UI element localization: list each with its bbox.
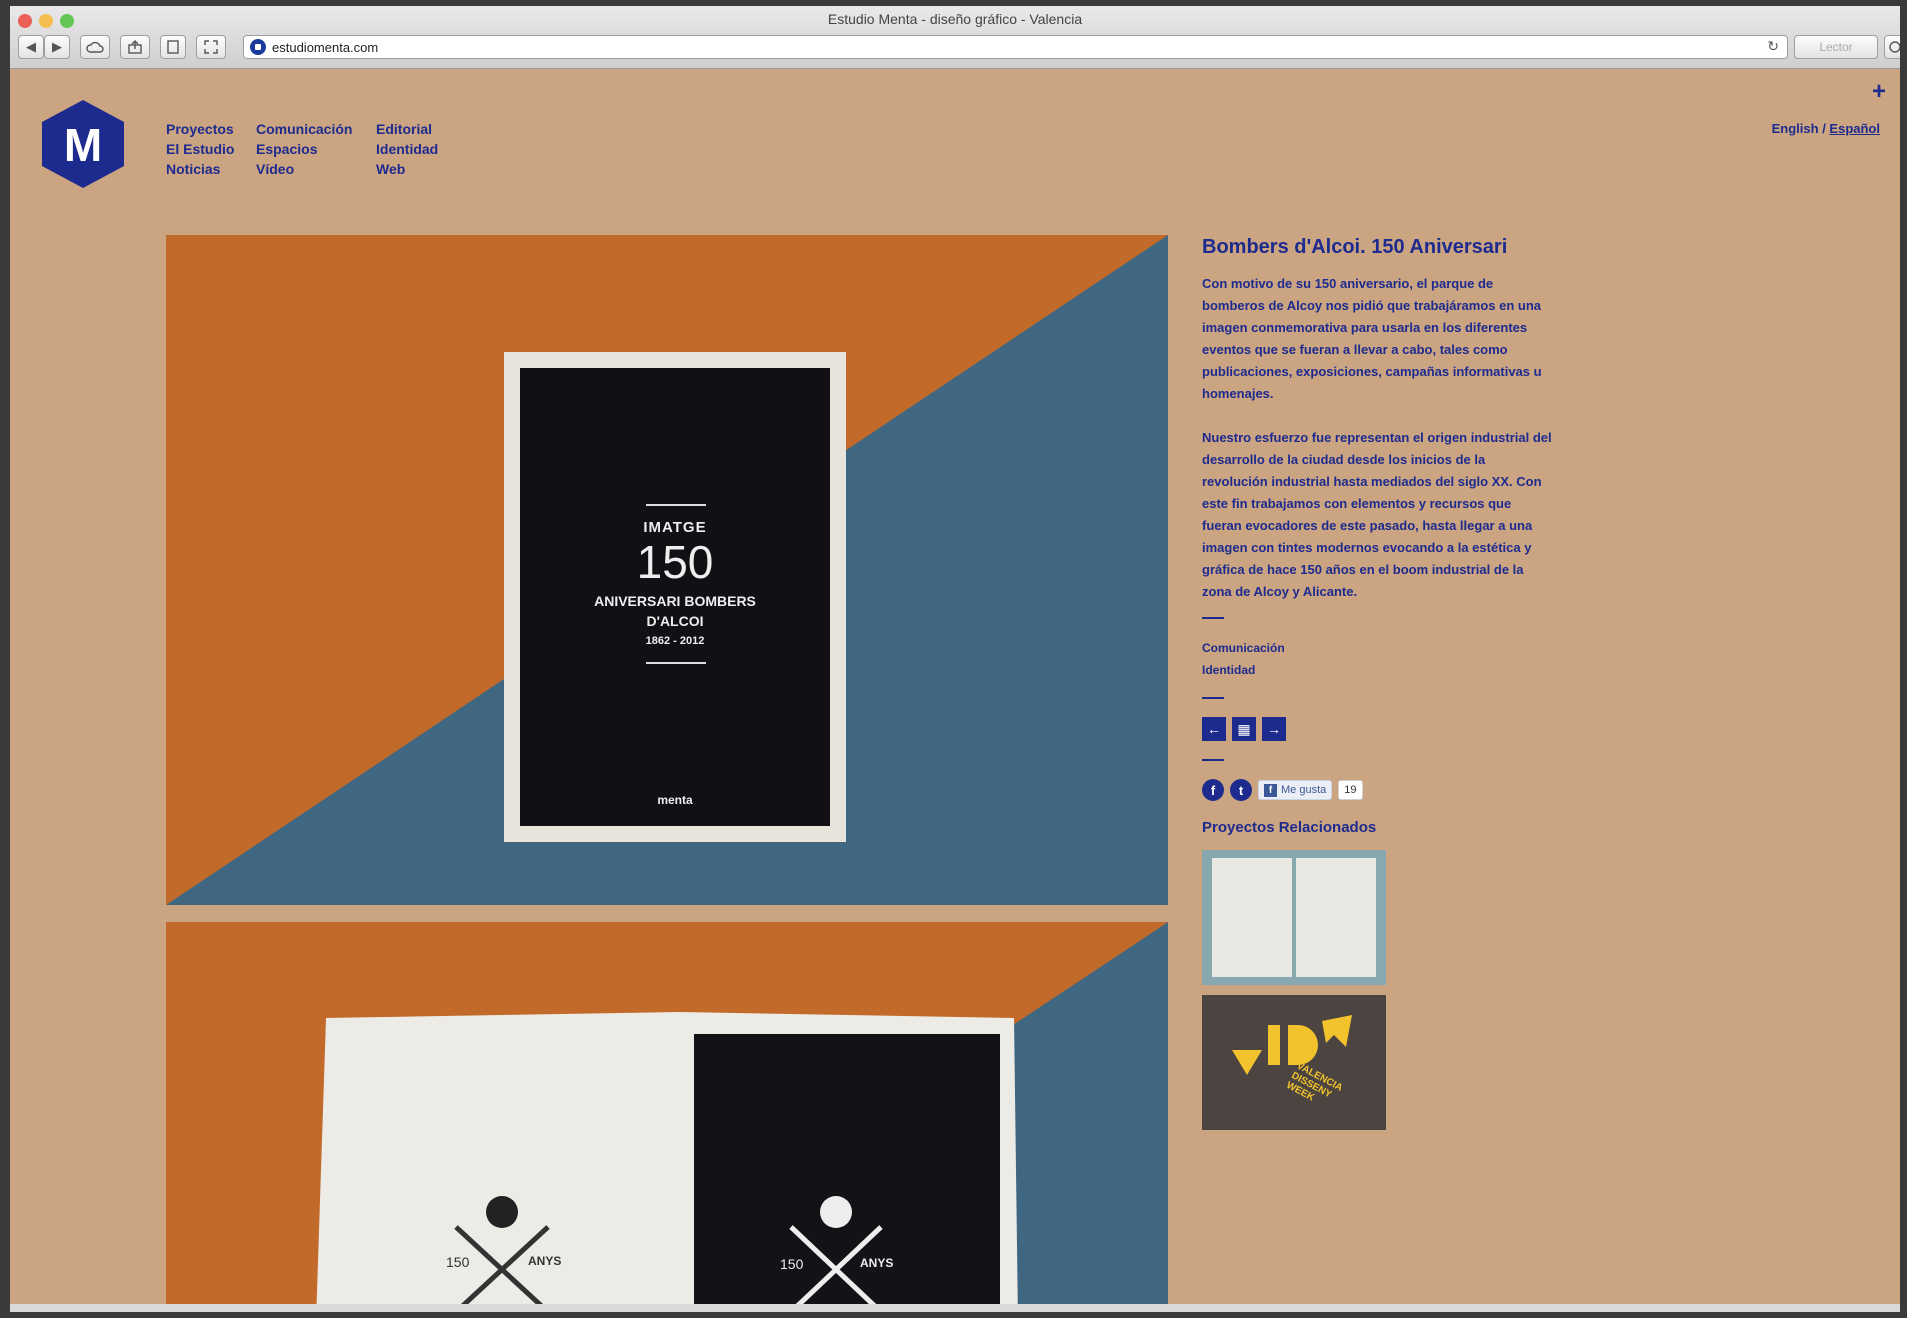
emblem-right-anys: ANYS bbox=[860, 1256, 894, 1270]
nav-link-comunicacion[interactable]: Comunicación bbox=[256, 119, 352, 139]
social-share-row: f t f Me gusta 19 bbox=[1202, 779, 1552, 801]
downloads-button[interactable] bbox=[1884, 35, 1900, 59]
share-icon bbox=[128, 40, 142, 54]
expand-icon bbox=[204, 40, 218, 54]
arrow-left-icon: ← bbox=[1207, 721, 1221, 737]
forward-icon: ▶ bbox=[52, 39, 62, 54]
divider bbox=[1202, 617, 1224, 619]
book-cover-title: IMATGE bbox=[643, 519, 707, 536]
status-bar bbox=[10, 1304, 1900, 1312]
nav-column-2: Comunicación Espacios Vídeo bbox=[256, 119, 352, 179]
project-navigation: ← ▦ → bbox=[1202, 717, 1552, 741]
logo-letter: M bbox=[63, 119, 103, 171]
nav-link-editorial[interactable]: Editorial bbox=[376, 119, 438, 139]
related-projects-title: Proyectos Relacionados bbox=[1202, 819, 1377, 836]
window-title: Estudio Menta - diseño gráfico - Valenci… bbox=[827, 11, 1083, 27]
divider bbox=[1202, 759, 1224, 761]
reading-list-button[interactable] bbox=[160, 35, 186, 59]
like-count: 19 bbox=[1338, 780, 1363, 800]
lang-english-link[interactable]: English bbox=[1772, 121, 1819, 136]
emblem-left-number: 150 bbox=[446, 1254, 470, 1270]
arrow-right-icon: → bbox=[1267, 721, 1281, 737]
thumb-1-image bbox=[1212, 858, 1376, 977]
nav-column-1: Proyectos El Estudio Noticias bbox=[166, 119, 234, 179]
hero2-background bbox=[166, 922, 1168, 1312]
related-project-thumb-1[interactable] bbox=[1202, 850, 1386, 985]
book-cover-line1: ANIVERSARI BOMBERS bbox=[594, 593, 756, 609]
divider bbox=[1202, 697, 1224, 699]
project-info-panel: Bombers d'Alcoi. 150 Aniversari Con moti… bbox=[1202, 236, 1552, 1140]
nav-link-identidad[interactable]: Identidad bbox=[376, 139, 438, 159]
emblem-left-anys: ANYS bbox=[528, 1254, 562, 1268]
lang-separator: / bbox=[1818, 121, 1830, 136]
tag-comunicacion[interactable]: Comunicación bbox=[1202, 637, 1552, 659]
next-project-button[interactable]: → bbox=[1262, 717, 1286, 741]
book-cover-number: 150 bbox=[636, 536, 714, 588]
browser-titlebar: Estudio Menta - diseño gráfico - Valenci… bbox=[10, 6, 1900, 69]
related-project-thumb-2[interactable]: VALENCIA DISSENY WEEK bbox=[1202, 995, 1386, 1130]
language-switcher: English / Español bbox=[1772, 121, 1880, 136]
emblem-right-number: 150 bbox=[780, 1256, 804, 1272]
book-icon bbox=[167, 40, 179, 54]
back-button[interactable]: ◀ bbox=[18, 35, 44, 59]
icloud-button[interactable] bbox=[80, 35, 110, 59]
url-text: estudiomenta.com bbox=[272, 40, 379, 55]
nav-column-3: Editorial Identidad Web bbox=[376, 119, 438, 179]
project-description-1: Con motivo de su 150 aniversario, el par… bbox=[1202, 276, 1542, 401]
lang-spanish-link[interactable]: Español bbox=[1829, 121, 1880, 136]
grid-icon: ▦ bbox=[1237, 720, 1251, 737]
project-title: Bombers d'Alcoi. 150 Aniversari bbox=[1202, 236, 1508, 258]
nav-link-noticias[interactable]: Noticias bbox=[166, 159, 234, 179]
project-image-2: 150 ANYS 150 ANYS bbox=[166, 922, 1168, 1312]
facebook-like-button[interactable]: f Me gusta bbox=[1258, 780, 1333, 800]
facebook-logo-icon: f bbox=[1264, 783, 1277, 797]
book-cover-years: 1862 - 2012 bbox=[645, 635, 705, 647]
project-description-2: Nuestro esfuerzo fue representan el orig… bbox=[1202, 430, 1552, 599]
thumb-2-image bbox=[1232, 1015, 1352, 1075]
site-favicon-icon bbox=[250, 39, 266, 55]
grid-view-button[interactable]: ▦ bbox=[1232, 717, 1256, 741]
reader-button[interactable]: Lector bbox=[1794, 35, 1878, 59]
nav-link-el-estudio[interactable]: El Estudio bbox=[166, 139, 234, 159]
fullscreen-button[interactable] bbox=[196, 35, 226, 59]
book-cover-line2: D'ALCOI bbox=[646, 613, 704, 629]
tag-identidad[interactable]: Identidad bbox=[1202, 659, 1552, 681]
back-icon: ◀ bbox=[26, 39, 36, 54]
site-logo[interactable]: M bbox=[42, 100, 124, 188]
nav-link-proyectos[interactable]: Proyectos bbox=[166, 119, 234, 139]
reload-icon[interactable]: ↻ bbox=[1767, 38, 1779, 55]
browser-window: Estudio Menta - diseño gráfico - Valenci… bbox=[10, 6, 1900, 1312]
like-label: Me gusta bbox=[1281, 784, 1327, 796]
download-icon bbox=[1889, 41, 1900, 53]
facebook-icon[interactable]: f bbox=[1202, 779, 1224, 801]
share-button[interactable] bbox=[120, 35, 150, 59]
plus-icon[interactable]: + bbox=[1872, 78, 1886, 106]
cloud-icon bbox=[86, 41, 104, 53]
previous-project-button[interactable]: ← bbox=[1202, 717, 1226, 741]
project-image-1: IMATGE 150 ANIVERSARI BOMBERS D'ALCOI 18… bbox=[166, 235, 1168, 905]
nav-link-espacios[interactable]: Espacios bbox=[256, 139, 352, 159]
forward-button[interactable]: ▶ bbox=[44, 35, 70, 59]
nav-link-web[interactable]: Web bbox=[376, 159, 438, 179]
nav-link-video[interactable]: Vídeo bbox=[256, 159, 352, 179]
book-cover-brand: menta bbox=[657, 793, 693, 807]
address-bar[interactable]: estudiomenta.com ↻ bbox=[243, 35, 1788, 59]
twitter-icon[interactable]: t bbox=[1230, 779, 1252, 801]
